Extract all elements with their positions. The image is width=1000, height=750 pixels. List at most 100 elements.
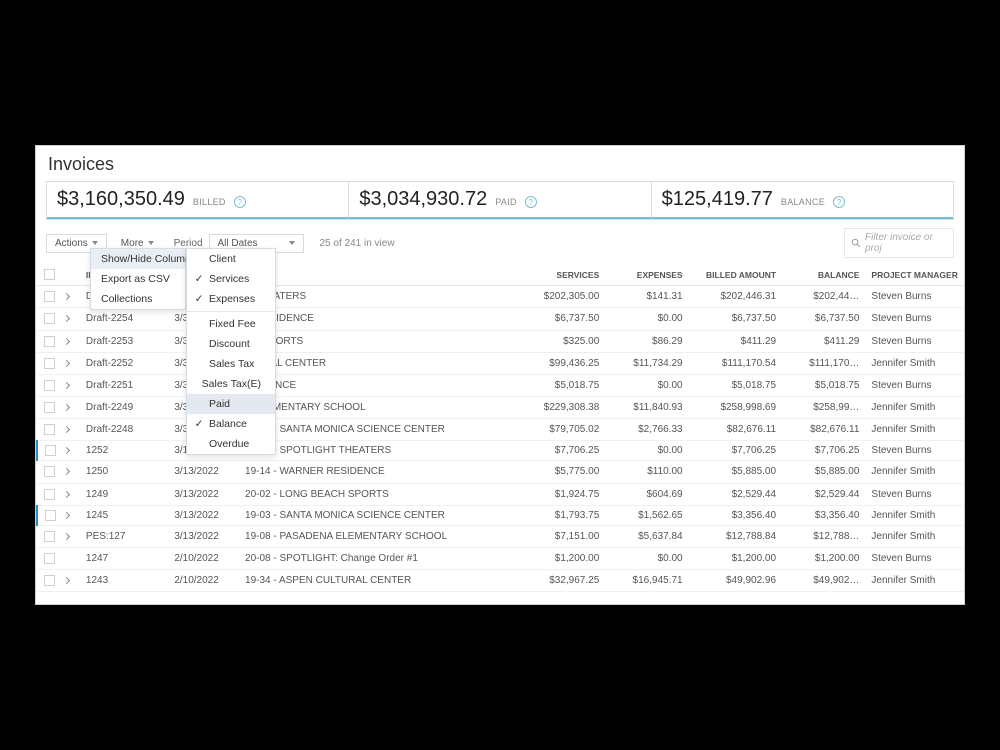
expand-icon[interactable]	[63, 577, 70, 584]
col-services[interactable]: SERVICES	[517, 264, 605, 286]
columns-submenu-item[interactable]: ✓Services	[187, 269, 275, 289]
columns-submenu-item[interactable]: Paid	[187, 394, 275, 414]
menu-item-label: Collections	[101, 293, 152, 305]
billed-amount: $7,706.25	[689, 441, 782, 461]
billed-amount: $202,446.31	[689, 286, 782, 308]
project-name: LTURAL CENTER	[239, 352, 517, 374]
expand-icon[interactable]	[63, 491, 70, 498]
invoice-link[interactable]: Draft-2248	[80, 419, 168, 441]
help-icon[interactable]: ?	[833, 196, 845, 208]
row-checkbox[interactable]	[45, 445, 56, 456]
row-checkbox[interactable]	[44, 402, 55, 413]
expand-icon[interactable]	[63, 315, 70, 322]
row-checkbox[interactable]	[44, 553, 55, 564]
columns-submenu-item[interactable]: Sales Tax	[187, 354, 275, 374]
table-row[interactable]: 12453/13/202219-03 - SANTA MONICA SCIENC…	[37, 505, 964, 525]
row-checkbox[interactable]	[44, 575, 55, 586]
invoice-link[interactable]: 1252	[80, 441, 168, 461]
more-menu-item[interactable]: Collections	[91, 289, 185, 309]
project-manager: Jennifer Smith	[865, 419, 964, 441]
invoice-link[interactable]: Draft-2254	[80, 308, 168, 330]
expand-icon[interactable]	[63, 404, 70, 411]
help-icon[interactable]: ?	[525, 196, 537, 208]
expand-icon[interactable]	[63, 360, 70, 367]
table-row[interactable]: 12472/10/202220-08 - SPOTLIGHT: Change O…	[37, 547, 964, 569]
row-checkbox[interactable]	[44, 466, 55, 477]
col-billed[interactable]: BILLED AMOUNT	[689, 264, 782, 286]
submenu-item-label: Expenses	[209, 293, 255, 305]
col-expenses[interactable]: EXPENSES	[605, 264, 688, 286]
col-balance[interactable]: BALANCE	[782, 264, 865, 286]
table-row[interactable]: 12503/13/202219-14 - WARNER RESIDENCE$5,…	[37, 461, 964, 483]
actions-label: Actions	[55, 238, 88, 249]
invoice-link[interactable]: 1243	[80, 570, 168, 592]
row-checkbox[interactable]	[44, 531, 55, 542]
columns-submenu-item[interactable]: Discount	[187, 334, 275, 354]
app-frame: Invoices $3,160,350.49 BILLED ? $3,034,9…	[35, 145, 965, 605]
invoice-link[interactable]: 1245	[80, 505, 168, 525]
col-pm[interactable]: PROJECT MANAGER	[865, 264, 964, 286]
table-row[interactable]: 12432/10/202219-34 - ASPEN CULTURAL CENT…	[37, 570, 964, 592]
table-row[interactable]: Draft-22483/31/202319-03 - SANTA MONICA …	[37, 419, 964, 441]
row-checkbox[interactable]	[45, 510, 56, 521]
row-checkbox[interactable]	[44, 336, 55, 347]
select-all-checkbox[interactable]	[44, 269, 55, 280]
services-amount: $1,924.75	[517, 483, 605, 505]
invoice-date: 3/13/2022	[168, 461, 239, 483]
invoice-link[interactable]: 1250	[80, 461, 168, 483]
row-checkbox[interactable]	[44, 313, 55, 324]
help-icon[interactable]: ?	[234, 196, 246, 208]
table-row[interactable]: 12523/13/202220-08 - SPOTLIGHT THEATERS$…	[37, 441, 964, 461]
row-checkbox[interactable]	[44, 380, 55, 391]
project-manager: Steven Burns	[865, 374, 964, 396]
columns-submenu-item[interactable]: Fixed Fee	[187, 314, 275, 334]
invoice-link[interactable]: Draft-2249	[80, 396, 168, 418]
more-label: More	[121, 238, 144, 249]
expand-icon[interactable]	[63, 426, 70, 433]
balance-amount: $411.29	[782, 330, 865, 352]
row-checkbox[interactable]	[44, 291, 55, 302]
table-row[interactable]: 12493/13/202220-02 - LONG BEACH SPORTS$1…	[37, 483, 964, 505]
billed-amount: $82,676.11	[689, 419, 782, 441]
row-checkbox[interactable]	[44, 424, 55, 435]
table-row[interactable]: Draft-22543/31/…O RESIDENCE$6,737.50$0.0…	[37, 308, 964, 330]
project-name: 19-34 - ASPEN CULTURAL CENTER	[239, 570, 517, 592]
expand-icon[interactable]	[63, 293, 70, 300]
table-row[interactable]: Draft-22493/31/…A ELEMENTARY SCHOOL$229,…	[37, 396, 964, 418]
table-row[interactable]: Draft-22533/31/…CH SPORTS$325.00$86.29$4…	[37, 330, 964, 352]
expand-icon[interactable]	[63, 533, 70, 540]
more-menu-item[interactable]: Show/Hide Columns	[91, 249, 185, 269]
expand-icon[interactable]	[63, 512, 70, 519]
table-row[interactable]: Draft-22513/31/…ESIDENCE$5,018.75$0.00$5…	[37, 374, 964, 396]
summary-paid-label: PAID	[495, 197, 517, 207]
search-input[interactable]: Filter invoice or proj	[844, 228, 954, 258]
table-row[interactable]: Draft-22523/31/…LTURAL CENTER$99,436.25$…	[37, 352, 964, 374]
summary-balance: $125,419.77 BALANCE ?	[652, 182, 953, 219]
project-name: 19-03 - SANTA MONICA SCIENCE CENTER	[239, 419, 517, 441]
columns-submenu-item[interactable]: Overdue	[187, 434, 275, 454]
invoice-link[interactable]: Draft-2252	[80, 352, 168, 374]
expand-icon[interactable]	[63, 468, 70, 475]
invoice-link[interactable]: Draft-2253	[80, 330, 168, 352]
more-menu-item[interactable]: Export as CSV	[91, 269, 185, 289]
project-name: 19-03 - SANTA MONICA SCIENCE CENTER	[239, 505, 517, 525]
row-checkbox[interactable]	[44, 489, 55, 500]
expand-icon[interactable]	[63, 447, 70, 454]
columns-submenu-item[interactable]: ✓Expenses	[187, 289, 275, 309]
columns-submenu-item[interactable]: Client	[187, 249, 275, 269]
invoice-link[interactable]: 1247	[80, 547, 168, 569]
project-name: O RESIDENCE	[239, 308, 517, 330]
balance-amount: $111,170…	[782, 352, 865, 374]
expand-icon[interactable]	[63, 338, 70, 345]
submenu-item-label: Discount	[209, 338, 250, 350]
columns-submenu-item[interactable]: Sales Tax(E)	[187, 374, 275, 394]
col-project[interactable]	[239, 264, 517, 286]
table-row[interactable]: PES:1273/13/202219-08 - PASADENA ELEMENT…	[37, 525, 964, 547]
expand-icon[interactable]	[63, 382, 70, 389]
columns-submenu-item[interactable]: ✓Balance	[187, 414, 275, 434]
row-checkbox[interactable]	[44, 358, 55, 369]
invoice-link[interactable]: Draft-2251	[80, 374, 168, 396]
invoice-link[interactable]: 1249	[80, 483, 168, 505]
invoice-link[interactable]: PES:127	[80, 525, 168, 547]
more-menu: Show/Hide ColumnsExport as CSV Collection…	[90, 248, 186, 310]
